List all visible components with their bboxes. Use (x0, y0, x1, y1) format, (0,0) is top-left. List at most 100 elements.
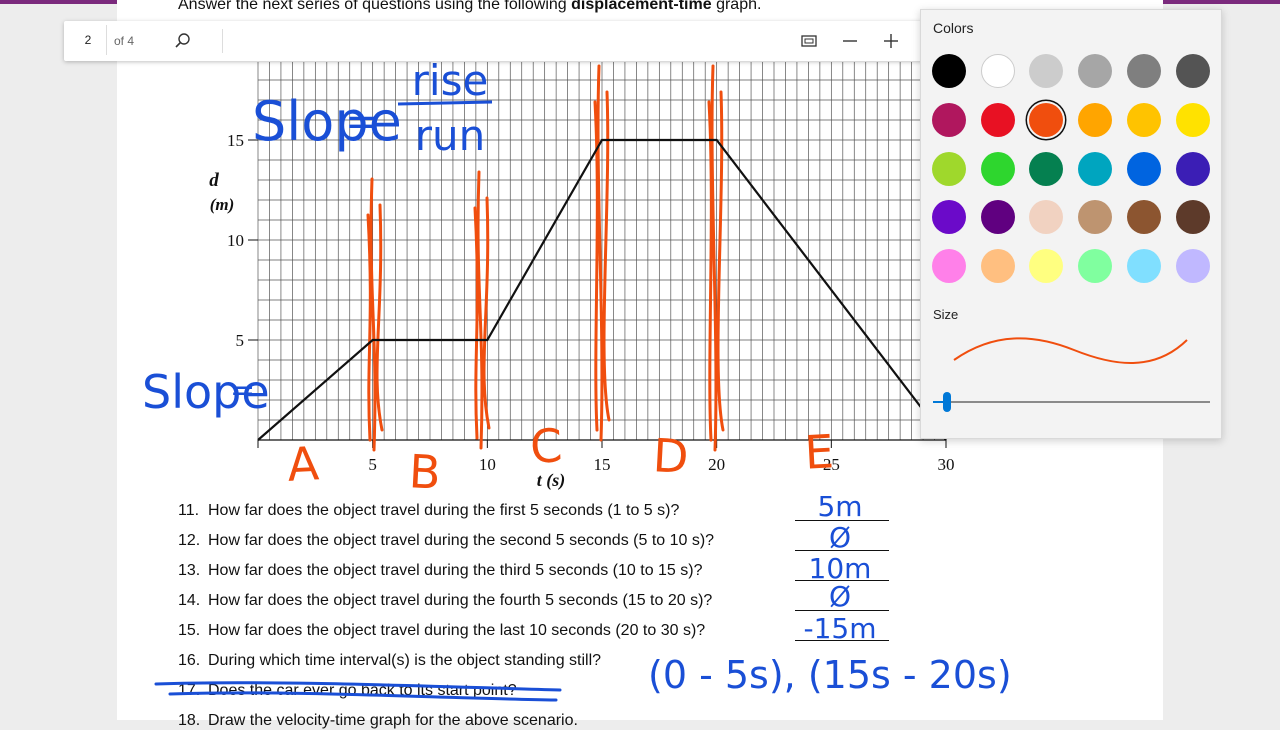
page-count: of 4 (114, 34, 134, 48)
color-swatch[interactable] (1078, 249, 1112, 283)
color-swatch[interactable] (1127, 152, 1161, 186)
answer-blank[interactable] (795, 520, 889, 521)
color-swatch[interactable] (1176, 249, 1210, 283)
y-tick-label: 15 (227, 131, 244, 150)
color-swatch[interactable] (1029, 103, 1063, 137)
toolbar-divider (222, 29, 223, 53)
size-slider-track[interactable] (933, 401, 1210, 403)
interval-letter: C (529, 418, 564, 474)
question-13: 13.How far does the object travel during… (178, 562, 703, 580)
color-swatch[interactable] (932, 54, 966, 88)
question-text: How far does the object travel during th… (208, 562, 703, 579)
color-swatch[interactable] (932, 152, 966, 186)
color-swatch[interactable] (1029, 54, 1063, 88)
color-swatch[interactable] (981, 54, 1015, 88)
question-number: 13. (178, 562, 208, 580)
color-swatch[interactable] (1176, 54, 1210, 88)
question-text: How far does the object travel during th… (208, 622, 705, 639)
color-swatch[interactable] (1176, 103, 1210, 137)
slope-equals-short: = (230, 373, 255, 408)
question-16: 16.During which time interval(s) is the … (178, 652, 601, 670)
x-axis-label: t (s) (537, 470, 566, 491)
y-axis-label: d (209, 170, 219, 191)
interval-letter: E (803, 424, 835, 479)
question-number: 16. (178, 652, 208, 670)
stroke-size-preview (949, 332, 1189, 372)
question-number: 14. (178, 592, 208, 610)
color-swatch[interactable] (1127, 249, 1161, 283)
run-word: run (415, 111, 486, 160)
color-swatch[interactable] (981, 249, 1015, 283)
ink-annotations: ABCDESlope=riserunSlope= (142, 56, 835, 500)
y-tick-label: 10 (227, 231, 244, 250)
color-swatch[interactable] (1127, 200, 1161, 234)
answer-blank[interactable] (795, 580, 889, 581)
size-slider-thumb[interactable] (943, 392, 951, 412)
zoom-out-icon (841, 32, 859, 50)
fraction-bar (398, 102, 492, 104)
size-heading: Size (933, 307, 958, 322)
colors-heading: Colors (933, 20, 973, 36)
question-15: 15.How far does the object travel during… (178, 622, 705, 640)
interval-divider-stroke (475, 172, 489, 448)
question-12: 12.How far does the object travel during… (178, 532, 714, 550)
color-swatch[interactable] (1078, 103, 1112, 137)
color-swatch[interactable] (1078, 54, 1112, 88)
color-swatch[interactable] (1029, 152, 1063, 186)
interval-divider-stroke (709, 66, 723, 450)
question-number: 17. (178, 682, 208, 700)
question-18: 18.Draw the velocity-time graph for the … (178, 712, 578, 730)
y-axis-unit: (m) (210, 195, 235, 214)
search-button[interactable] (168, 26, 198, 56)
answer-blank[interactable] (795, 550, 889, 551)
color-swatch[interactable] (1176, 152, 1210, 186)
color-swatch[interactable] (1029, 249, 1063, 283)
question-text: How far does the object travel during th… (208, 532, 714, 549)
graph-labels: d (m) t (s) (209, 170, 565, 491)
zoom-in-icon (882, 32, 900, 50)
color-swatch[interactable] (932, 103, 966, 137)
answer-blank[interactable] (795, 610, 889, 611)
answer-blank[interactable] (795, 640, 889, 641)
search-icon (174, 32, 192, 50)
x-tick-label: 30 (938, 455, 955, 474)
page-number-input[interactable]: 2 (70, 25, 107, 55)
color-swatch[interactable] (932, 249, 966, 283)
question-number: 12. (178, 532, 208, 550)
fit-page-button[interactable] (794, 26, 824, 56)
question-text: How far does the object travel during th… (208, 502, 679, 519)
color-swatch[interactable] (932, 200, 966, 234)
interval-letter: B (408, 444, 442, 500)
question-11: 11.How far does the object travel during… (178, 502, 679, 520)
question-text: Draw the velocity-time graph for the abo… (208, 712, 578, 729)
color-swatch[interactable] (981, 152, 1015, 186)
color-swatch[interactable] (981, 200, 1015, 234)
interval-letter: D (652, 428, 690, 484)
question-text: During which time interval(s) is the obj… (208, 652, 601, 669)
color-swatch[interactable] (1078, 200, 1112, 234)
y-tick-label: 5 (236, 331, 245, 350)
rise-word: rise (412, 56, 489, 105)
x-tick-label: 20 (708, 455, 725, 474)
color-swatch[interactable] (1127, 103, 1161, 137)
question-14: 14.How far does the object travel during… (178, 592, 712, 610)
slope-word: Slope (252, 90, 402, 153)
interval-letter: A (286, 436, 321, 492)
question-text: Does the car ever go back to its start p… (208, 682, 517, 699)
color-swatch[interactable] (1029, 200, 1063, 234)
color-swatch[interactable] (981, 103, 1015, 137)
question-number: 11. (178, 502, 208, 520)
question-17: 17.Does the car ever go back to its star… (178, 682, 517, 700)
pdf-viewer-toolbar: 2 of 4 (64, 21, 924, 61)
fit-page-icon (800, 32, 818, 50)
question-text: How far does the object travel during th… (208, 592, 712, 609)
x-tick-label: 15 (594, 455, 611, 474)
zoom-out-button[interactable] (835, 26, 865, 56)
question-number: 15. (178, 622, 208, 640)
ink-color-panel: Colors Size (920, 9, 1222, 439)
color-swatch[interactable] (1078, 152, 1112, 186)
color-swatch[interactable] (1176, 200, 1210, 234)
question-number: 18. (178, 712, 208, 730)
zoom-in-button[interactable] (876, 26, 906, 56)
color-swatch[interactable] (1127, 54, 1161, 88)
